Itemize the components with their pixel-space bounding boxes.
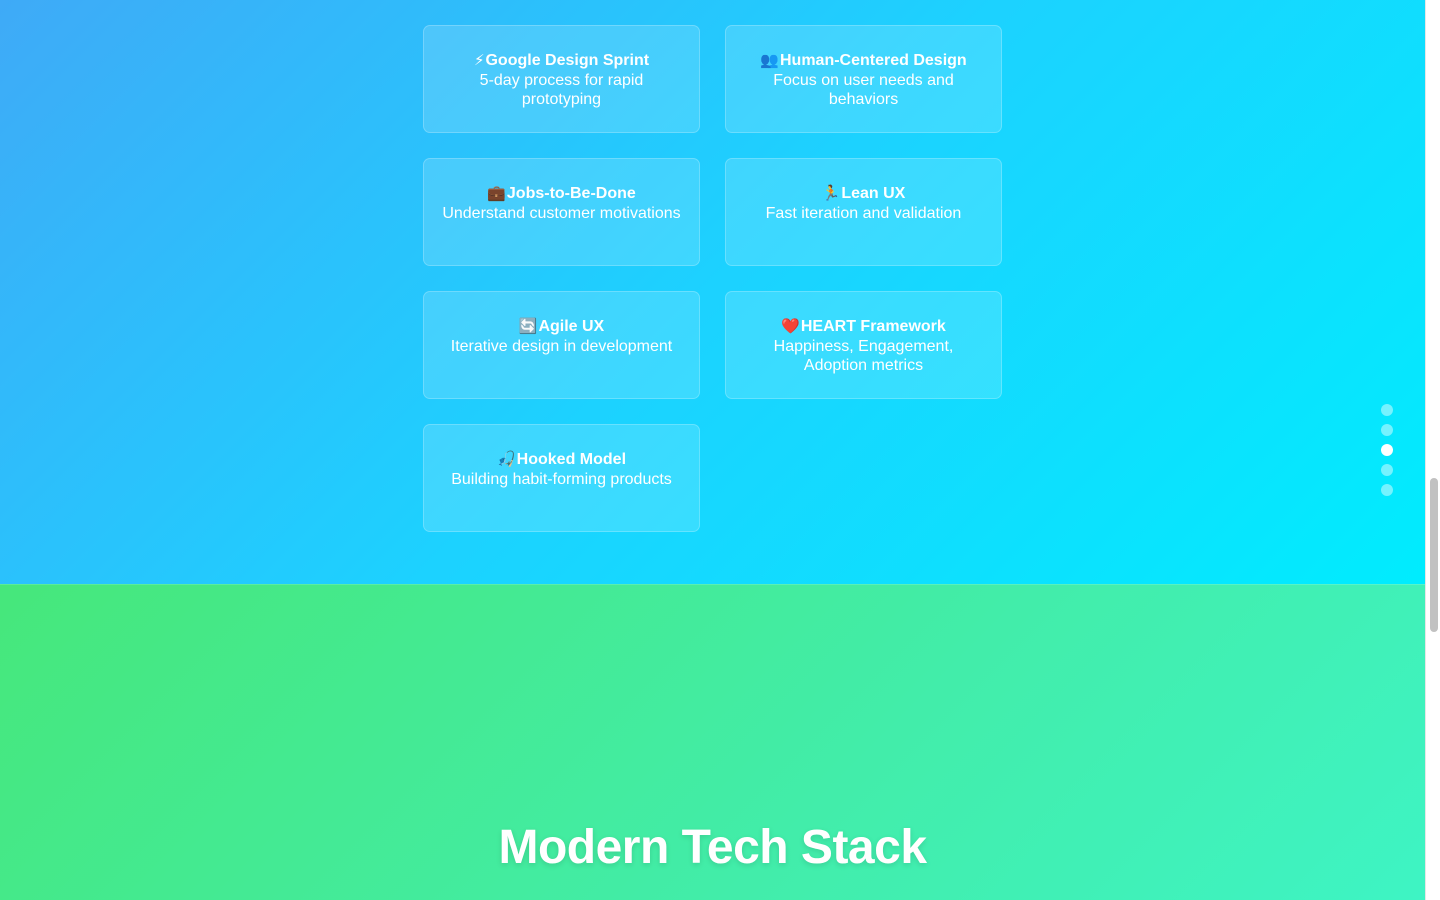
nav-dot-1[interactable] (1381, 404, 1393, 416)
lightning-icon: ⚡ (473, 51, 485, 69)
card-description: Understand customer motivations (442, 205, 681, 222)
framework-card-human-centered-design[interactable]: 👥 Human-Centered Design Focus on user ne… (725, 25, 1002, 133)
card-description: Iterative design in development (450, 338, 673, 355)
framework-card-jobs-to-be-done[interactable]: 💼 Jobs-to-Be-Done Understand customer mo… (423, 158, 700, 266)
card-title-row: 💼 Jobs-to-Be-Done (440, 184, 683, 203)
card-title-row: 🔄 Agile UX (440, 317, 683, 336)
briefcase-icon: 💼 (487, 184, 506, 202)
frameworks-section: ⚡ Google Design Sprint 5-day process for… (0, 0, 1425, 584)
scrollbar-thumb[interactable] (1430, 478, 1438, 632)
card-title-row: 🎣 Hooked Model (440, 450, 683, 469)
card-title: Human-Centered Design (779, 52, 967, 69)
card-description: 5-day process for rapid prototyping (479, 72, 644, 108)
page: ⚡ Google Design Sprint 5-day process for… (0, 0, 1440, 900)
heart-icon: ❤️ (781, 317, 800, 335)
card-title: Jobs-to-Be-Done (506, 185, 636, 202)
framework-card-agile-ux[interactable]: 🔄 Agile UX Iterative design in developme… (423, 291, 700, 399)
section-heading: Modern Tech Stack (498, 821, 927, 874)
nav-dot-5[interactable] (1381, 484, 1393, 496)
nav-dot-2[interactable] (1381, 424, 1393, 436)
viewport: ⚡ Google Design Sprint 5-day process for… (0, 0, 1425, 900)
nav-dot-3-active[interactable] (1381, 444, 1393, 456)
card-title-row: ❤️ HEART Framework (742, 317, 985, 336)
card-title-row: 🏃 Lean UX (742, 184, 985, 203)
nav-dot-4[interactable] (1381, 464, 1393, 476)
card-title: HEART Framework (800, 318, 946, 335)
card-description: Fast iteration and validation (765, 205, 962, 222)
frameworks-grid: ⚡ Google Design Sprint 5-day process for… (423, 25, 1002, 532)
framework-card-google-design-sprint[interactable]: ⚡ Google Design Sprint 5-day process for… (423, 25, 700, 133)
fishing-hook-icon: 🎣 (496, 450, 516, 468)
people-icon: 👥 (760, 51, 779, 69)
refresh-icon: 🔄 (518, 317, 538, 335)
card-title: Lean UX (841, 185, 906, 202)
card-title-row: 👥 Human-Centered Design (742, 51, 985, 70)
section-nav-dots (1381, 404, 1393, 504)
card-title: Google Design Sprint (485, 52, 650, 69)
card-title: Hooked Model (516, 451, 627, 468)
framework-card-hooked-model[interactable]: 🎣 Hooked Model Building habit-forming pr… (423, 424, 700, 532)
card-title: Agile UX (538, 318, 605, 335)
runner-icon: 🏃 (821, 184, 841, 202)
card-title-row: ⚡ Google Design Sprint (440, 51, 683, 70)
vertical-scrollbar[interactable] (1425, 0, 1440, 900)
card-description: Happiness, Engagement, Adoption metrics (773, 338, 954, 374)
card-description: Building habit-forming products (451, 471, 672, 488)
framework-card-lean-ux[interactable]: 🏃 Lean UX Fast iteration and validation (725, 158, 1002, 266)
framework-card-heart-framework[interactable]: ❤️ HEART Framework Happiness, Engagement… (725, 291, 1002, 399)
card-description: Focus on user needs and behaviors (773, 72, 954, 108)
